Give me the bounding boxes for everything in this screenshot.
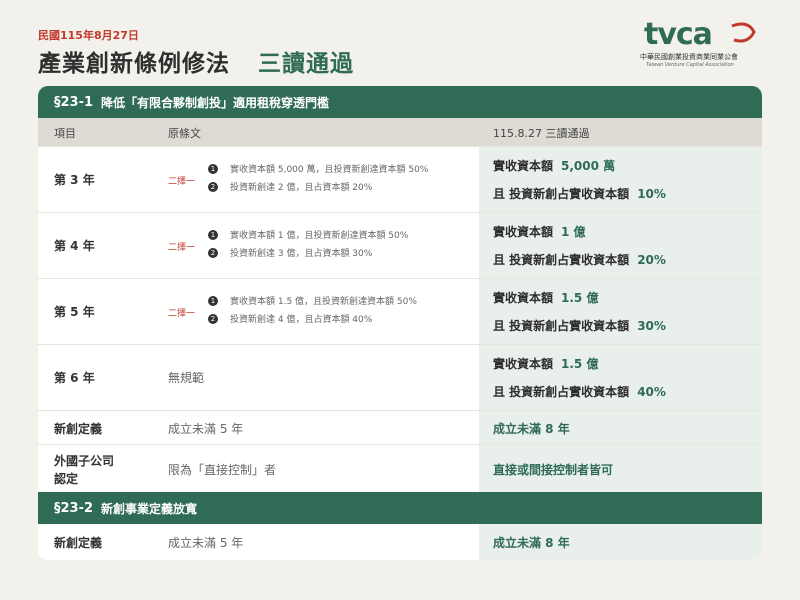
new-line-1: 實收資本額 1.5 億 [493, 357, 599, 371]
bullet-2-icon: 2 [208, 314, 218, 324]
comparison-card: §23-1 降低「有限合夥制創投」適用租稅穿透門檻 項目 原條文 115.8.2… [38, 86, 762, 560]
col-item-header: 項目 [54, 127, 76, 140]
bullet-2-icon: 2 [208, 248, 218, 258]
row-new: 直接或間接控制者皆可 [493, 463, 614, 477]
row-original: 成立未滿 5 年 [168, 536, 244, 550]
row-item: 第 3 年 [54, 173, 95, 187]
new-line-2: 且 投資新創占實收資本額 10% [493, 187, 666, 201]
section1-title: 降低「有限合夥制創投」適用租稅穿透門檻 [101, 95, 330, 110]
section2-number: §23-2 [54, 500, 94, 516]
table-row-year3: 第 3 年 二擇一 1 實收資本額 5,000 萬，且投資新創達資本額 50% 2… [38, 146, 762, 213]
row-original: 成立未滿 5 年 [168, 422, 244, 436]
row-original: 無規範 [168, 371, 205, 385]
new-line-1: 實收資本額 1.5 億 [493, 291, 599, 305]
title-main: 產業創新條例修法 [38, 51, 230, 77]
new-line-2: 且 投資新創占實收資本額 20% [493, 253, 666, 267]
logo-name-cn: 中華民國創業投資商業同業公會 [640, 53, 738, 61]
row-item: 新創定義 [54, 536, 103, 550]
table-row-year5: 第 5 年 二擇一 1 實收資本額 1.5 億，且投資新創達資本額 50% 2 投資… [38, 278, 762, 345]
row-item-line1: 外國子公司 [54, 454, 115, 468]
row-item: 第 6 年 [54, 371, 95, 385]
col-original-header: 原條文 [168, 127, 201, 140]
row-item: 第 5 年 [54, 305, 95, 319]
row-item: 第 4 年 [54, 239, 95, 253]
row-new: 成立未滿 8 年 [493, 536, 570, 550]
choose-label: 二擇一 [168, 309, 196, 319]
section1-number: §23-1 [54, 94, 94, 110]
row-item: 新創定義 [54, 422, 103, 436]
section1-header: §23-1 降低「有限合夥制創投」適用租稅穿透門檻 [38, 86, 762, 118]
page-title: 產業創新條例修法 三讀通過 [38, 44, 354, 78]
table-row-startup-def: 新創定義 成立未滿 5 年 成立未滿 8 年 [38, 410, 762, 445]
new-line-1: 實收資本額 5,000 萬 [493, 159, 616, 173]
row-original: 限為「直接控制」者 [168, 463, 277, 477]
table-header: 項目 原條文 115.8.27 三讀通過 [38, 118, 762, 146]
option-2: 2 投資新創達 4 億，且占資本額 40% [208, 312, 372, 325]
title-highlight: 三讀通過 [258, 51, 354, 77]
date-label: 民國115年8月27日 [38, 29, 139, 42]
choose-label: 二擇一 [168, 243, 196, 253]
table-row-year6: 第 6 年 無規範 實收資本額 1.5 億 且 投資新創占實收資本額 40% [38, 344, 762, 411]
bullet-1-icon: 1 [208, 230, 218, 240]
row-item-line2: 認定 [54, 472, 79, 486]
bullet-1-icon: 1 [208, 296, 218, 306]
new-line-2: 且 投資新創占實收資本額 30% [493, 319, 666, 333]
section2-header: §23-2 新創事業定義放寬 [38, 492, 762, 524]
new-line-2: 且 投資新創占實收資本額 40% [493, 385, 666, 399]
col-new-header: 115.8.27 三讀通過 [493, 127, 590, 140]
table-row-year4: 第 4 年 二擇一 1 實收資本額 1 億，且投資新創達資本額 50% 2 投資新創… [38, 212, 762, 279]
option-1: 1 實收資本額 1.5 億，且投資新創達資本額 50% [208, 294, 417, 307]
row-new: 成立未滿 8 年 [493, 422, 570, 436]
tvca-logo-mark-icon: tvca [644, 18, 756, 52]
option-2: 2 投資新創達 3 億，且占資本額 30% [208, 246, 372, 259]
bullet-2-icon: 2 [208, 182, 218, 192]
table-row-section2: 新創定義 成立未滿 5 年 成立未滿 8 年 [38, 524, 762, 560]
bullet-1-icon: 1 [208, 164, 218, 174]
new-line-1: 實收資本額 1 億 [493, 225, 586, 239]
tvca-logo: tvca 中華民國創業投資商業同業公會 Taiwan Venture Capit… [640, 18, 770, 70]
option-2: 2 投資新創達 2 億，且占資本額 20% [208, 180, 372, 193]
section2-title: 新創事業定義放寬 [101, 501, 198, 516]
svg-text:tvca: tvca [644, 18, 712, 52]
logo-name-en: Taiwan Venture Capital Association [646, 62, 734, 68]
table-row-foreign-sub: 外國子公司 認定 限為「直接控制」者 直接或間接控制者皆可 [38, 444, 762, 493]
option-1: 1 實收資本額 5,000 萬，且投資新創達資本額 50% [208, 162, 428, 175]
option-1: 1 實收資本額 1 億，且投資新創達資本額 50% [208, 228, 408, 241]
choose-label: 二擇一 [168, 177, 196, 187]
